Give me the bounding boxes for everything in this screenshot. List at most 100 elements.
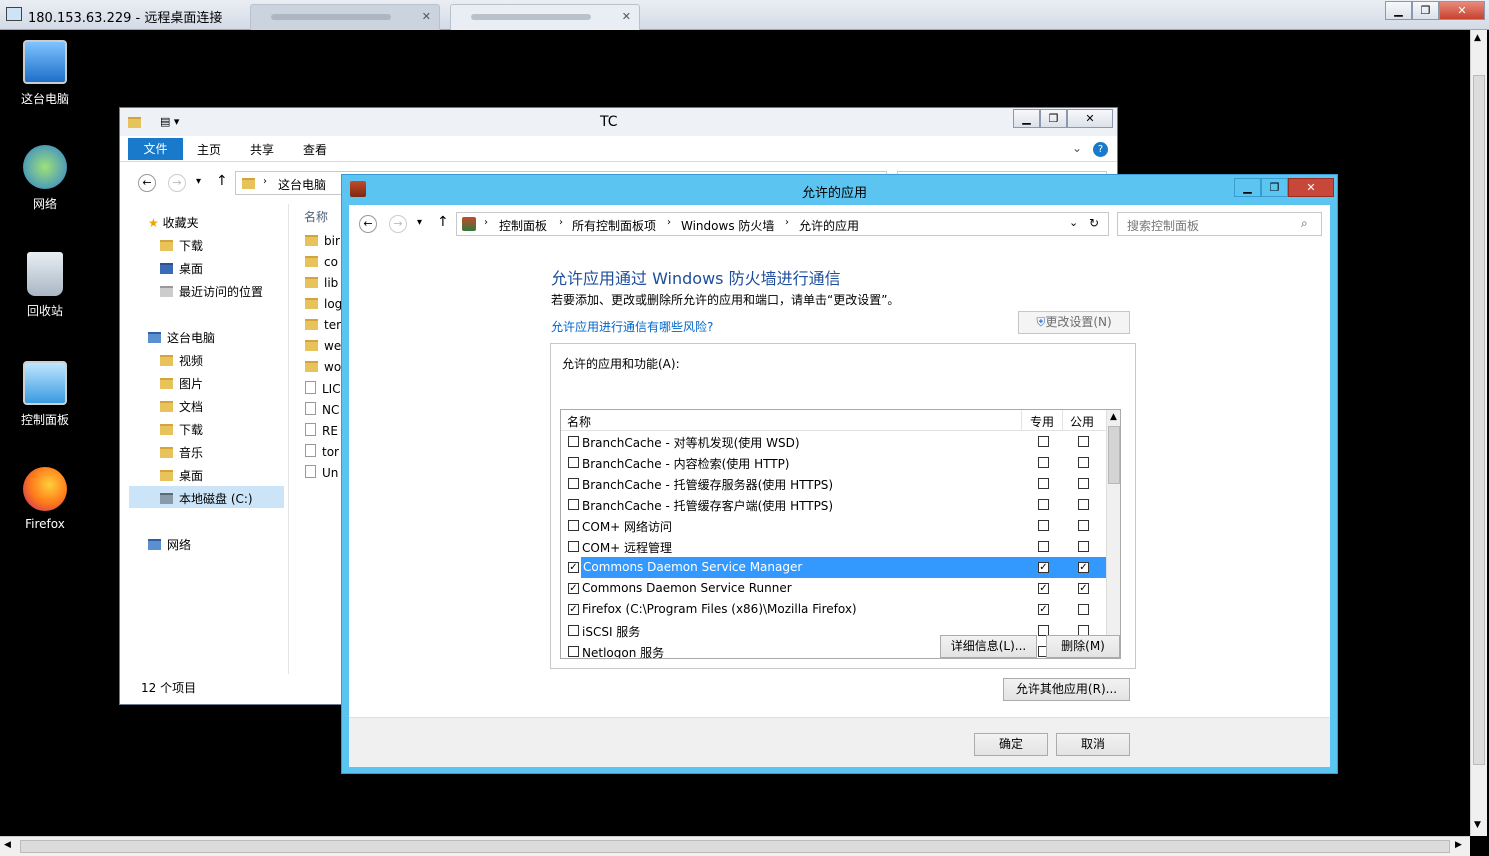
file-list-item[interactable]: wo [305,360,341,374]
breadcrumb-all-items[interactable]: 所有控制面板项 [572,217,656,234]
close-button[interactable]: ✕ [1439,1,1485,20]
enable-checkbox[interactable] [568,646,579,657]
file-list-item[interactable]: log [305,297,342,311]
quick-access-toolbar[interactable]: ▤ ▾ [160,115,179,128]
maximize-button[interactable]: ❐ [1040,109,1067,128]
nav-item-recent[interactable]: 最近访问的位置 [160,283,263,300]
private-checkbox[interactable]: ✓ [1038,604,1049,615]
enable-checkbox[interactable]: ✓ [568,562,579,573]
close-button[interactable]: ✕ [1288,178,1334,197]
public-checkbox[interactable]: ✓ [1078,562,1089,573]
nav-item-music[interactable]: 音乐 [160,444,203,461]
enable-checkbox[interactable] [568,625,579,636]
breadcrumb[interactable]: 这台电脑 [278,176,326,193]
private-checkbox[interactable] [1038,478,1049,489]
list-item[interactable]: ✓ Commons Daemon Service Runner ✓ ✓ [561,578,1106,599]
desktop-icon-network[interactable]: 网络 [10,145,80,212]
scroll-down-icon[interactable]: ▼ [1474,820,1481,830]
ok-button[interactable]: 确定 [974,733,1048,756]
browser-tab-1[interactable]: ✕ [250,4,440,30]
column-header-private[interactable]: 专用 [1030,413,1054,430]
private-checkbox[interactable]: ✓ [1038,583,1049,594]
ribbon-expand-icon[interactable]: ⌄ [1072,141,1082,155]
public-checkbox[interactable] [1078,520,1089,531]
private-checkbox[interactable] [1038,520,1049,531]
file-list-item[interactable]: co [305,255,338,269]
scroll-left-icon[interactable]: ◀ [4,840,11,850]
nav-item-desktop[interactable]: 桌面 [160,260,203,277]
private-checkbox[interactable] [1038,541,1049,552]
desktop-icon-recycle-bin[interactable]: 回收站 [10,252,80,319]
file-list-item[interactable]: bir [305,234,340,248]
cp-search-box[interactable]: 搜索控制面板 ⌕ [1117,212,1322,236]
forward-icon[interactable]: → [168,174,186,192]
recent-dropdown-icon[interactable]: ▾ [196,176,201,187]
desktop-icon-computer[interactable]: 这台电脑 [10,40,80,107]
list-item[interactable]: COM+ 网络访问 [561,515,1106,536]
nav-item-documents[interactable]: 文档 [160,398,203,415]
scroll-right-icon[interactable]: ▶ [1455,840,1462,850]
nav-this-pc[interactable]: 这台电脑 [148,329,215,346]
search-icon[interactable]: ⌕ [1301,216,1308,231]
file-list-item[interactable]: Un [305,465,338,480]
private-checkbox[interactable] [1038,499,1049,510]
public-checkbox[interactable] [1078,457,1089,468]
file-list-item[interactable]: we [305,339,341,353]
public-checkbox[interactable] [1078,604,1089,615]
list-item[interactable]: BranchCache - 托管缓存服务器(使用 HTTPS) [561,473,1106,494]
column-header-name[interactable]: 名称 [304,208,328,225]
tab-share[interactable]: 共享 [250,141,274,158]
file-list-item[interactable]: LIC [305,381,341,396]
list-item[interactable]: COM+ 远程管理 [561,536,1106,557]
forward-icon[interactable]: → [389,215,407,233]
enable-checkbox[interactable]: ✓ [568,583,579,594]
back-icon[interactable]: ← [138,174,156,192]
rdp-horizontal-scrollbar[interactable]: ◀ ▶ [0,836,1470,856]
public-checkbox[interactable] [1078,478,1089,489]
nav-item-videos[interactable]: 视频 [160,352,203,369]
private-checkbox[interactable] [1038,457,1049,468]
column-header-public[interactable]: 公用 [1070,413,1094,430]
close-button[interactable]: ✕ [1067,109,1113,128]
change-settings-button[interactable]: ⛨更改设置(N) [1018,311,1130,334]
nav-item-pictures[interactable]: 图片 [160,375,203,392]
nav-item-local-disk[interactable]: 本地磁盘 (C:) [129,486,284,508]
public-checkbox[interactable] [1078,436,1089,447]
public-checkbox[interactable]: ✓ [1078,583,1089,594]
file-list-item[interactable]: tor [305,444,339,459]
hscroll-thumb[interactable] [20,840,1450,853]
up-icon[interactable]: ↑ [216,173,228,189]
scroll-thumb[interactable] [1473,75,1485,765]
details-button[interactable]: 详细信息(L)... [940,635,1037,658]
enable-checkbox[interactable] [568,520,579,531]
tab-home[interactable]: 主页 [197,141,221,158]
breadcrumb-control-panel[interactable]: 控制面板 [499,217,547,234]
recent-dropdown-icon[interactable]: ▾ [417,217,422,228]
enable-checkbox[interactable] [568,499,579,510]
risk-link[interactable]: 允许应用进行通信有哪些风险? [551,318,713,335]
maximize-button[interactable]: ❐ [1261,178,1288,197]
cancel-button[interactable]: 取消 [1056,733,1130,756]
minimize-button[interactable]: ▁ [1013,109,1040,128]
enable-checkbox[interactable] [568,457,579,468]
file-list-item[interactable]: RE [305,423,338,438]
browser-tab-2[interactable]: ✕ [450,4,640,30]
remove-button[interactable]: 删除(M) [1046,635,1120,658]
public-checkbox[interactable] [1078,499,1089,510]
desktop-icon-control-panel[interactable]: 控制面板 [10,361,80,428]
minimize-button[interactable]: ▁ [1385,1,1412,20]
list-item[interactable]: ✓ Firefox (C:\Program Files (x86)\Mozilla… [561,599,1106,620]
list-item[interactable]: BranchCache - 对等机发现(使用 WSD) [561,431,1106,452]
nav-item-downloads[interactable]: 下载 [160,237,203,254]
scroll-thumb[interactable] [1108,426,1120,484]
back-icon[interactable]: ← [359,215,377,233]
allow-other-app-button[interactable]: 允许其他应用(R)... [1003,678,1130,701]
file-list-item[interactable]: ter [305,318,341,332]
tab-file[interactable]: 文件 [128,138,183,160]
allowed-apps-list[interactable]: 名称 专用 公用 BranchCache - 对等机发现(使用 WSD) Bran… [560,409,1121,659]
nav-item-downloads-pc[interactable]: 下载 [160,421,203,438]
list-item[interactable]: ✓ Commons Daemon Service Manager ✓ ✓ [561,557,1106,578]
rdp-vertical-scrollbar[interactable]: ▲ ▼ [1470,30,1487,836]
file-list-item[interactable]: NC [305,402,339,417]
refresh-icon[interactable]: ↻ [1089,216,1099,230]
